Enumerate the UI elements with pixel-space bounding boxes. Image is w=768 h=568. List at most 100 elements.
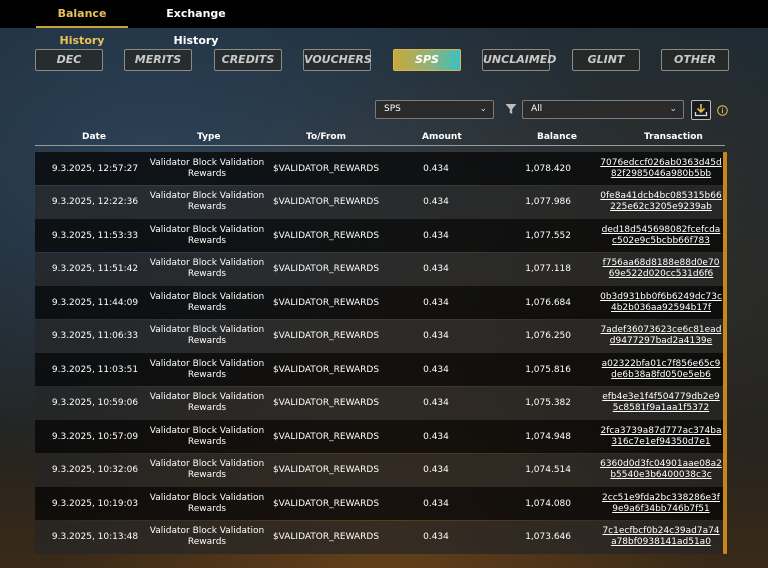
transaction-link[interactable]: 6360d0d3fc04901aae08a2b5540e3b6400038c3c (600, 459, 722, 481)
type-select[interactable]: All ⌄ (522, 100, 684, 119)
date-cell: 9.3.2025, 10:13:48 (51, 532, 139, 542)
chevron-down-icon: ⌄ (479, 104, 487, 114)
type-cell: Validator Block Validation Rewards (149, 258, 265, 279)
download-button[interactable] (691, 100, 711, 120)
token-button-credits[interactable]: CREDITS (214, 49, 282, 71)
transaction-link[interactable]: 0b3d931bb0f6b6249dc73c4b2b036aa92594b17f (600, 292, 722, 314)
token-select[interactable]: SPS ⌄ (375, 100, 494, 119)
balance-cell: 1,077.552 (525, 230, 571, 241)
balance-cell: 1,075.382 (525, 398, 571, 408)
transaction-link[interactable]: efb4e3e1f4f504779db2e95c8581f9a1aa1f5372 (600, 392, 722, 414)
date-cell: 9.3.2025, 10:57:09 (51, 431, 139, 442)
table-row: 9.3.2025, 11:53:33 Validator Block Valid… (35, 219, 725, 252)
balance-cell: 1,078.420 (525, 163, 571, 174)
balance-cell: 1,074.080 (525, 498, 571, 509)
amount-cell: 0.434 (423, 498, 449, 509)
type-cell: Validator Block Validation Rewards (149, 459, 265, 480)
balance-cell: 1,074.948 (525, 431, 571, 442)
balance-cell: 1,076.250 (525, 331, 571, 341)
transaction-link[interactable]: 7076edccf026ab0363d45d82f2985046a980b5bb (600, 158, 722, 180)
amount-cell: 0.434 (423, 230, 449, 241)
header-type[interactable]: Type (197, 132, 220, 142)
transaction-link[interactable]: 2fca3739a87d777ac374ba316c7e1ef94350d7e1 (600, 426, 722, 448)
token-button-merits[interactable]: MERITS (124, 49, 192, 71)
transaction-link[interactable]: 7adef36073623ce6c81eadd9477297bad2a4139e (600, 325, 722, 347)
tab-balance-history[interactable]: Balance History (36, 0, 128, 47)
table-row: 9.3.2025, 10:32:06 Validator Block Valid… (35, 453, 725, 487)
amount-cell: 0.434 (423, 431, 449, 442)
amount-cell: 0.434 (423, 398, 449, 408)
table-scrollbar[interactable] (723, 152, 727, 554)
to-from-cell: $VALIDATOR_REWARDS (272, 230, 380, 241)
date-cell: 9.3.2025, 10:19:03 (51, 498, 139, 509)
transaction-link[interactable]: 0fe8a41dcb4bc085315b66225e62c3205e9239ab (600, 191, 722, 213)
amount-cell: 0.434 (423, 364, 449, 375)
date-cell: 9.3.2025, 10:59:06 (51, 398, 139, 408)
to-from-cell: $VALIDATOR_REWARDS (272, 498, 380, 509)
table-row: 9.3.2025, 11:06:33 Validator Block Valid… (35, 319, 725, 353)
amount-cell: 0.434 (423, 197, 449, 207)
table-row: 9.3.2025, 10:59:06 Validator Block Valid… (35, 386, 725, 420)
transaction-link[interactable]: 2cc51e9fda2bc338286e3f9e9a6f34bb746b7f51 (600, 493, 722, 515)
type-cell: Validator Block Validation Rewards (149, 526, 265, 547)
to-from-cell: $VALIDATOR_REWARDS (272, 197, 380, 207)
top-tab-bar: Balance History Exchange History (0, 0, 768, 47)
to-from-cell: $VALIDATOR_REWARDS (272, 331, 380, 341)
token-button-dec[interactable]: DEC (35, 49, 103, 71)
date-cell: 9.3.2025, 10:32:06 (51, 465, 139, 475)
amount-cell: 0.434 (423, 331, 449, 341)
info-icon[interactable] (717, 105, 728, 116)
table-row: 9.3.2025, 10:57:09 Validator Block Valid… (35, 420, 725, 453)
header-to-from[interactable]: To/From (306, 132, 346, 142)
type-cell: Validator Block Validation Rewards (149, 358, 265, 380)
date-cell: 9.3.2025, 11:44:09 (51, 297, 139, 308)
table-row: 9.3.2025, 10:19:03 Validator Block Valid… (35, 487, 725, 520)
table-header: Date Type To/From Amount Balance Transac… (35, 130, 725, 146)
balance-cell: 1,075.816 (525, 364, 571, 375)
to-from-cell: $VALIDATOR_REWARDS (272, 364, 380, 375)
filter-icon[interactable] (505, 103, 517, 115)
download-icon (694, 104, 708, 117)
type-select-value: All (531, 104, 543, 114)
date-cell: 9.3.2025, 11:06:33 (51, 331, 139, 341)
balance-cell: 1,077.118 (525, 264, 571, 274)
to-from-cell: $VALIDATOR_REWARDS (272, 431, 380, 442)
token-select-value: SPS (384, 104, 401, 114)
date-cell: 9.3.2025, 11:51:42 (51, 264, 139, 274)
header-balance[interactable]: Balance (537, 132, 577, 142)
transaction-link[interactable]: ded18d545698082fcefcdac502e9c5bcbb66f783 (600, 225, 722, 247)
header-transaction[interactable]: Transaction (644, 132, 703, 142)
to-from-cell: $VALIDATOR_REWARDS (272, 532, 380, 542)
table-row: 9.3.2025, 12:57:27 Validator Block Valid… (35, 152, 725, 185)
header-date[interactable]: Date (82, 132, 106, 142)
amount-cell: 0.434 (423, 297, 449, 308)
transaction-link[interactable]: f756aa68d8188e88d0e7069e522d020cc531d6f6 (600, 258, 722, 280)
token-button-unclaimed[interactable]: UNCLAIMED (482, 49, 556, 71)
tab-exchange-history[interactable]: Exchange History (146, 0, 246, 47)
amount-cell: 0.434 (423, 532, 449, 542)
table-row: 9.3.2025, 12:22:36 Validator Block Valid… (35, 185, 725, 219)
type-cell: Validator Block Validation Rewards (149, 392, 265, 413)
type-cell: Validator Block Validation Rewards (149, 291, 265, 313)
table-row: 9.3.2025, 11:51:42 Validator Block Valid… (35, 252, 725, 286)
header-amount[interactable]: Amount (422, 132, 462, 142)
token-button-glint[interactable]: GLINT (572, 49, 640, 71)
history-table-body: 9.3.2025, 12:57:27 Validator Block Valid… (35, 152, 725, 554)
token-filter-bar: DEC MERITS CREDITS VOUCHERS SPS UNCLAIME… (35, 49, 735, 71)
chevron-down-icon: ⌄ (669, 104, 677, 114)
type-cell: Validator Block Validation Rewards (149, 425, 265, 447)
to-from-cell: $VALIDATOR_REWARDS (272, 398, 380, 408)
transaction-link[interactable]: a02322bfa01c7f856e65c9de6b38a8fd050e5eb6 (600, 359, 722, 381)
table-row: 9.3.2025, 10:13:48 Validator Block Valid… (35, 520, 725, 554)
amount-cell: 0.434 (423, 465, 449, 475)
token-button-vouchers[interactable]: VOUCHERS (303, 49, 372, 71)
table-row: 9.3.2025, 11:44:09 Validator Block Valid… (35, 286, 725, 319)
date-cell: 9.3.2025, 11:03:51 (51, 364, 139, 375)
token-button-other[interactable]: OTHER (661, 49, 729, 71)
type-cell: Validator Block Validation Rewards (149, 325, 265, 346)
to-from-cell: $VALIDATOR_REWARDS (272, 297, 380, 308)
transaction-link[interactable]: 7c1ecfbcf0b24c39ad7a74a78bf0938141ad51a0 (600, 526, 722, 548)
amount-cell: 0.434 (423, 264, 449, 274)
date-cell: 9.3.2025, 12:57:27 (51, 163, 139, 174)
token-button-sps[interactable]: SPS (393, 49, 461, 71)
